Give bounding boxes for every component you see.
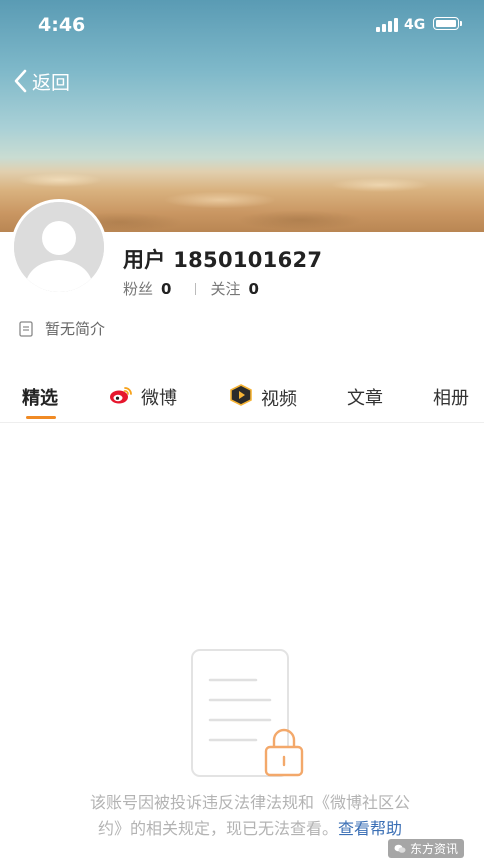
signal-icon xyxy=(376,18,398,32)
status-bar: 4:46 4G xyxy=(0,0,484,52)
following-count: 0 xyxy=(248,280,259,298)
notice-line-2: 约》的相关规定，现已无法查看。 xyxy=(97,819,338,838)
tab-featured[interactable]: 精选 xyxy=(22,384,58,410)
fans-count: 0 xyxy=(161,280,172,298)
following-label: 关注 xyxy=(210,280,241,298)
battery-icon xyxy=(433,17,462,30)
username: 用户 1850101627 xyxy=(123,248,323,272)
tab-label: 精选 xyxy=(22,388,58,409)
help-link[interactable]: 查看帮助 xyxy=(338,819,402,838)
status-time: 4:46 xyxy=(38,14,86,36)
tab-label: 微博 xyxy=(141,388,177,409)
blocked-account-notice: 该账号因被投诉违反法律法规和《微博社区公 约》的相关规定，现已无法查看。查看帮助 xyxy=(40,790,460,842)
wechat-icon xyxy=(394,844,406,853)
profile-stats: 粉丝 0 关注 0 xyxy=(123,278,259,299)
avatar[interactable] xyxy=(11,199,107,295)
tab-label: 文章 xyxy=(347,388,383,409)
video-icon xyxy=(229,384,253,411)
tab-weibo[interactable]: 微博 xyxy=(109,384,177,410)
stats-divider xyxy=(195,282,197,295)
active-tab-indicator xyxy=(26,416,56,419)
bio-text: 暂无简介 xyxy=(45,320,106,338)
profile-tabs: 精选 微博 视频 文章 相册 xyxy=(0,376,484,423)
tab-label: 视频 xyxy=(261,388,297,410)
locked-document-icon xyxy=(191,649,304,777)
back-label: 返回 xyxy=(32,71,71,94)
network-type: 4G xyxy=(404,17,426,33)
fans-stat[interactable]: 粉丝 0 xyxy=(123,278,171,299)
bio: 暂无简介 xyxy=(19,318,105,339)
weibo-icon xyxy=(109,385,133,410)
following-stat[interactable]: 关注 0 xyxy=(210,278,258,299)
fans-label: 粉丝 xyxy=(123,280,154,298)
document-icon xyxy=(19,320,33,337)
tab-albums[interactable]: 相册 xyxy=(433,384,469,410)
tab-label: 相册 xyxy=(433,388,469,409)
default-avatar-icon xyxy=(14,202,104,292)
tab-articles[interactable]: 文章 xyxy=(347,384,383,410)
back-button[interactable]: 返回 xyxy=(12,66,70,96)
source-watermark: 东方资讯 xyxy=(387,839,464,858)
watermark-text: 东方资讯 xyxy=(409,842,458,856)
chevron-left-icon xyxy=(14,69,27,93)
tab-video[interactable]: 视频 xyxy=(229,384,297,411)
notice-line-1: 该账号因被投诉违反法律法规和《微博社区公 xyxy=(89,793,410,812)
